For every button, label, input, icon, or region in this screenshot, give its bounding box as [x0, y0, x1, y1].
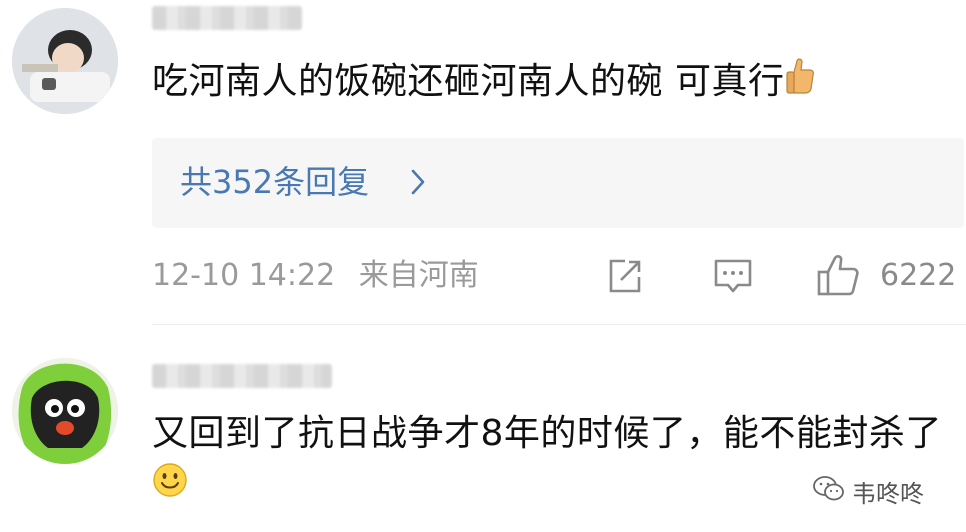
- chevron-right-icon: [410, 168, 426, 200]
- username-blurred[interactable]: [152, 6, 302, 30]
- watermark: 韦咚咚: [812, 474, 924, 508]
- avatar[interactable]: [12, 358, 118, 464]
- comment-meta: 12-10 14:22 来自河南: [152, 256, 479, 296]
- avatar-image: [12, 358, 118, 464]
- avatar-image: [12, 8, 118, 114]
- like-icon[interactable]: [815, 252, 861, 302]
- username-blurred[interactable]: [152, 364, 332, 388]
- comment-1: 吃河南人的饭碗还砸河南人的碗 可真行 共352条回复 12-10 14:22 来…: [0, 0, 966, 330]
- comment-text: 吃河南人的饭碗还砸河南人的碗 可真行: [152, 56, 815, 109]
- comment-icon[interactable]: [712, 256, 754, 300]
- location: 来自河南: [358, 258, 479, 293]
- share-icon[interactable]: [605, 256, 645, 300]
- comment-2: 又回到了抗日战争才8年的时候了，能不能封杀了 韦咚咚: [0, 340, 966, 532]
- thumbs-up-icon: [784, 57, 815, 109]
- avatar[interactable]: [12, 8, 118, 114]
- smile-icon: [152, 461, 188, 513]
- like-count: 6222: [880, 258, 957, 293]
- wechat-icon: [812, 475, 846, 507]
- replies-count-link[interactable]: 共352条回复: [180, 162, 369, 202]
- timestamp: 12-10 14:22: [152, 258, 336, 293]
- watermark-text: 韦咚咚: [852, 479, 924, 508]
- divider: [152, 324, 966, 325]
- replies-box[interactable]: 共352条回复: [152, 138, 964, 228]
